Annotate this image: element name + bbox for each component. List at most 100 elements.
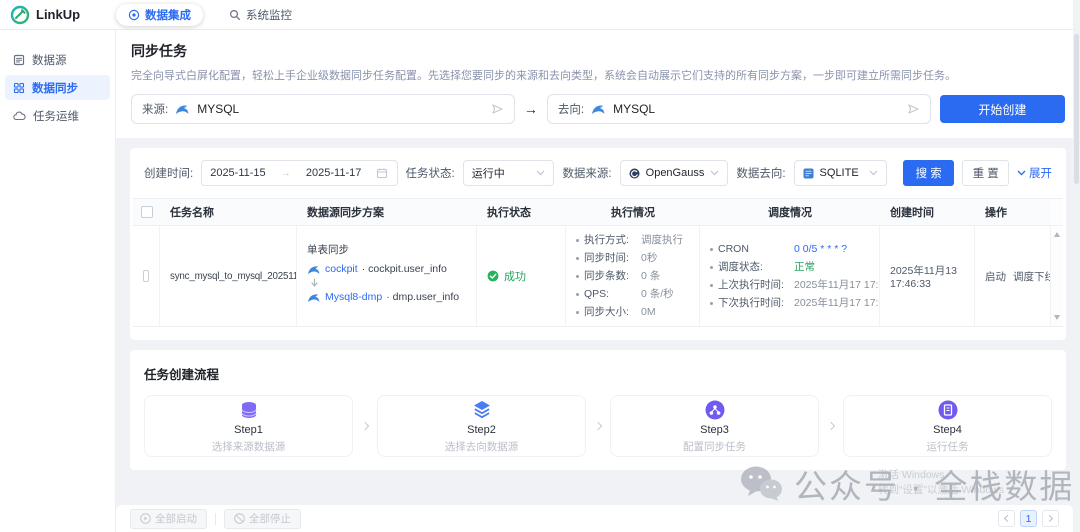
source-datasource-link[interactable]: cockpit bbox=[325, 263, 358, 275]
reset-button[interactable]: 重 置 bbox=[962, 160, 1009, 186]
schedule-label: CRON bbox=[718, 242, 794, 257]
linkup-logo-icon bbox=[10, 5, 30, 25]
data-dest-select[interactable]: SQLITE bbox=[794, 160, 887, 186]
tab-system-monitor[interactable]: 系统监控 bbox=[217, 4, 304, 26]
data-source-select[interactable]: OpenGauss bbox=[620, 160, 729, 186]
sidebar-item-datasync[interactable]: 数据同步 bbox=[5, 75, 110, 100]
dest-label: 去向: bbox=[558, 101, 584, 117]
col-created-time: 创建时间 bbox=[880, 199, 975, 225]
chevron-down-icon bbox=[536, 170, 545, 176]
source-value: MYSQL bbox=[197, 102, 239, 116]
exec-label: QPS: bbox=[584, 287, 641, 302]
layers-icon bbox=[471, 399, 493, 421]
task-status-select[interactable]: 运行中 bbox=[463, 160, 555, 186]
dest-datasource-link[interactable]: Mysql8-dmp bbox=[325, 291, 382, 303]
step3-card[interactable]: Step3 配置同步任务 bbox=[610, 395, 819, 457]
sidebar: 数据源 数据同步 任务运维 bbox=[0, 30, 116, 532]
exec-label: 同步时间: bbox=[584, 251, 641, 266]
steps-row: Step1 选择来源数据源 Step2 选择去向数据源 bbox=[144, 395, 1052, 457]
next-page-button[interactable] bbox=[1042, 510, 1059, 527]
page-scrollbar[interactable] bbox=[1073, 0, 1080, 532]
sidebar-item-label: 任务运维 bbox=[33, 108, 79, 124]
col-schedule: 调度情况 bbox=[700, 199, 880, 225]
expand-link[interactable]: 展开 bbox=[1017, 165, 1052, 181]
plan-type: 单表同步 bbox=[307, 242, 466, 257]
data-dest-value: SQLITE bbox=[820, 167, 863, 179]
scrollbar-thumb[interactable] bbox=[1074, 34, 1079, 184]
sync-task-panel: 同步任务 完全向导式白屏化配置，轻松上手企业级数据同步任务配置。先选择您要同步的… bbox=[116, 30, 1080, 138]
step2-card[interactable]: Step2 选择去向数据源 bbox=[377, 395, 586, 457]
run-task-icon bbox=[937, 399, 959, 421]
table-row: sync_mysql_to_mysql_20251113_174606 单表同步… bbox=[133, 226, 1063, 326]
integration-tab-icon bbox=[128, 9, 140, 21]
schedule-offline-link[interactable]: 调度下线 bbox=[1013, 269, 1051, 284]
start-all-label: 全部启动 bbox=[155, 511, 197, 526]
success-status-icon bbox=[487, 270, 499, 282]
start-all-button[interactable]: 全部启动 bbox=[130, 509, 207, 529]
scroll-up-icon bbox=[1054, 232, 1060, 237]
step-chevron-icon bbox=[586, 423, 610, 429]
start-create-button[interactable]: 开始创建 bbox=[940, 95, 1065, 123]
dest-value: MYSQL bbox=[613, 102, 655, 116]
tab-data-integration[interactable]: 数据集成 bbox=[116, 4, 203, 26]
page-description: 完全向导式白屏化配置，轻松上手企业级数据同步任务配置。先选择您要同步的来源和去向… bbox=[131, 67, 1065, 83]
flow-down-icon bbox=[310, 278, 466, 288]
tab-label: 数据集成 bbox=[145, 7, 191, 23]
sidebar-item-taskops[interactable]: 任务运维 bbox=[5, 103, 110, 128]
select-all-checkbox[interactable] bbox=[141, 206, 153, 218]
step4-card[interactable]: Step4 运行任务 bbox=[843, 395, 1052, 457]
app-window: LinkUp 数据集成 系统监控 数据源 bbox=[0, 0, 1080, 532]
dest-type-select[interactable]: 去向: MYSQL bbox=[547, 94, 931, 124]
config-task-icon bbox=[704, 399, 726, 421]
prev-page-button[interactable] bbox=[998, 510, 1015, 527]
opengauss-icon bbox=[629, 168, 640, 179]
wechat-icon bbox=[738, 465, 784, 503]
scroll-down-icon bbox=[1054, 315, 1060, 320]
calendar-icon bbox=[376, 167, 388, 179]
mysql-dolphin-icon bbox=[307, 264, 321, 275]
topbar: LinkUp 数据集成 系统监控 bbox=[0, 0, 1080, 30]
date-range-arrow-icon: → bbox=[281, 168, 291, 179]
data-source-label: 数据来源: bbox=[562, 165, 611, 181]
step-desc: 选择去向数据源 bbox=[445, 439, 519, 454]
source-dest-selector-row: 来源: MYSQL → 去向: bbox=[131, 94, 1065, 124]
task-status-label: 任务状态: bbox=[406, 165, 455, 181]
step-desc: 选择来源数据源 bbox=[212, 439, 286, 454]
schedule-status: 正常 bbox=[794, 260, 815, 275]
step-name: Step2 bbox=[467, 424, 496, 436]
date-range-picker[interactable]: 2025-11-15 → 2025-11-17 bbox=[201, 160, 397, 186]
row-checkbox[interactable] bbox=[143, 270, 149, 282]
exec-label: 同步大小: bbox=[584, 305, 641, 320]
schedule-label: 上次执行时间: bbox=[718, 278, 794, 293]
database-icon bbox=[238, 399, 260, 421]
search-button[interactable]: 搜 索 bbox=[903, 160, 954, 186]
dest-table-name: · dmp.user_info bbox=[386, 291, 459, 303]
sidebar-item-datasource[interactable]: 数据源 bbox=[5, 47, 110, 72]
next-exec-time: 2025年11月17 17:05:00 bbox=[794, 296, 880, 311]
step1-card[interactable]: Step1 选择来源数据源 bbox=[144, 395, 353, 457]
exec-label: 同步条数: bbox=[584, 269, 641, 284]
date-from: 2025-11-15 bbox=[210, 167, 265, 179]
start-task-link[interactable]: 启动 bbox=[985, 269, 1006, 284]
task-list-card: 创建时间: 2025-11-15 → 2025-11-17 任务状态: 运行中 bbox=[130, 148, 1066, 340]
last-exec-time: 2025年11月17 17:00:00 bbox=[794, 278, 880, 293]
sync-plan-cell: 单表同步 cockpit · cockpit.user_info bbox=[297, 226, 477, 326]
table-scrollbar[interactable] bbox=[1051, 226, 1063, 326]
exec-detail-cell: 执行方式:调度执行 同步时间:0秒 同步条数:0 条 QPS:0 条/秒 同步大… bbox=[566, 226, 700, 326]
step-chevron-icon bbox=[353, 423, 377, 429]
table-header-row: 任务名称 数据源同步方案 执行状态 执行情况 调度情况 创建时间 操作 bbox=[133, 199, 1063, 226]
status-badge: 成功 bbox=[504, 268, 526, 284]
watermark: 公众号 · 全栈数据 bbox=[738, 460, 1074, 508]
chevron-down-icon bbox=[1017, 170, 1026, 176]
cron-expression[interactable]: 0 0/5 * * * ? bbox=[794, 242, 847, 257]
col-task-name: 任务名称 bbox=[160, 199, 297, 225]
current-page[interactable]: 1 bbox=[1020, 510, 1037, 527]
task-table: 任务名称 数据源同步方案 执行状态 执行情况 调度情况 创建时间 操作 sync… bbox=[133, 198, 1063, 327]
datasync-icon bbox=[13, 82, 25, 94]
flow-title: 任务创建流程 bbox=[144, 364, 1052, 383]
stop-all-label: 全部停止 bbox=[249, 511, 291, 526]
source-type-select[interactable]: 来源: MYSQL bbox=[131, 94, 515, 124]
col-exec-detail: 执行情况 bbox=[566, 199, 700, 225]
stop-all-button[interactable]: 全部停止 bbox=[224, 509, 301, 529]
col-exec-status: 执行状态 bbox=[477, 199, 566, 225]
